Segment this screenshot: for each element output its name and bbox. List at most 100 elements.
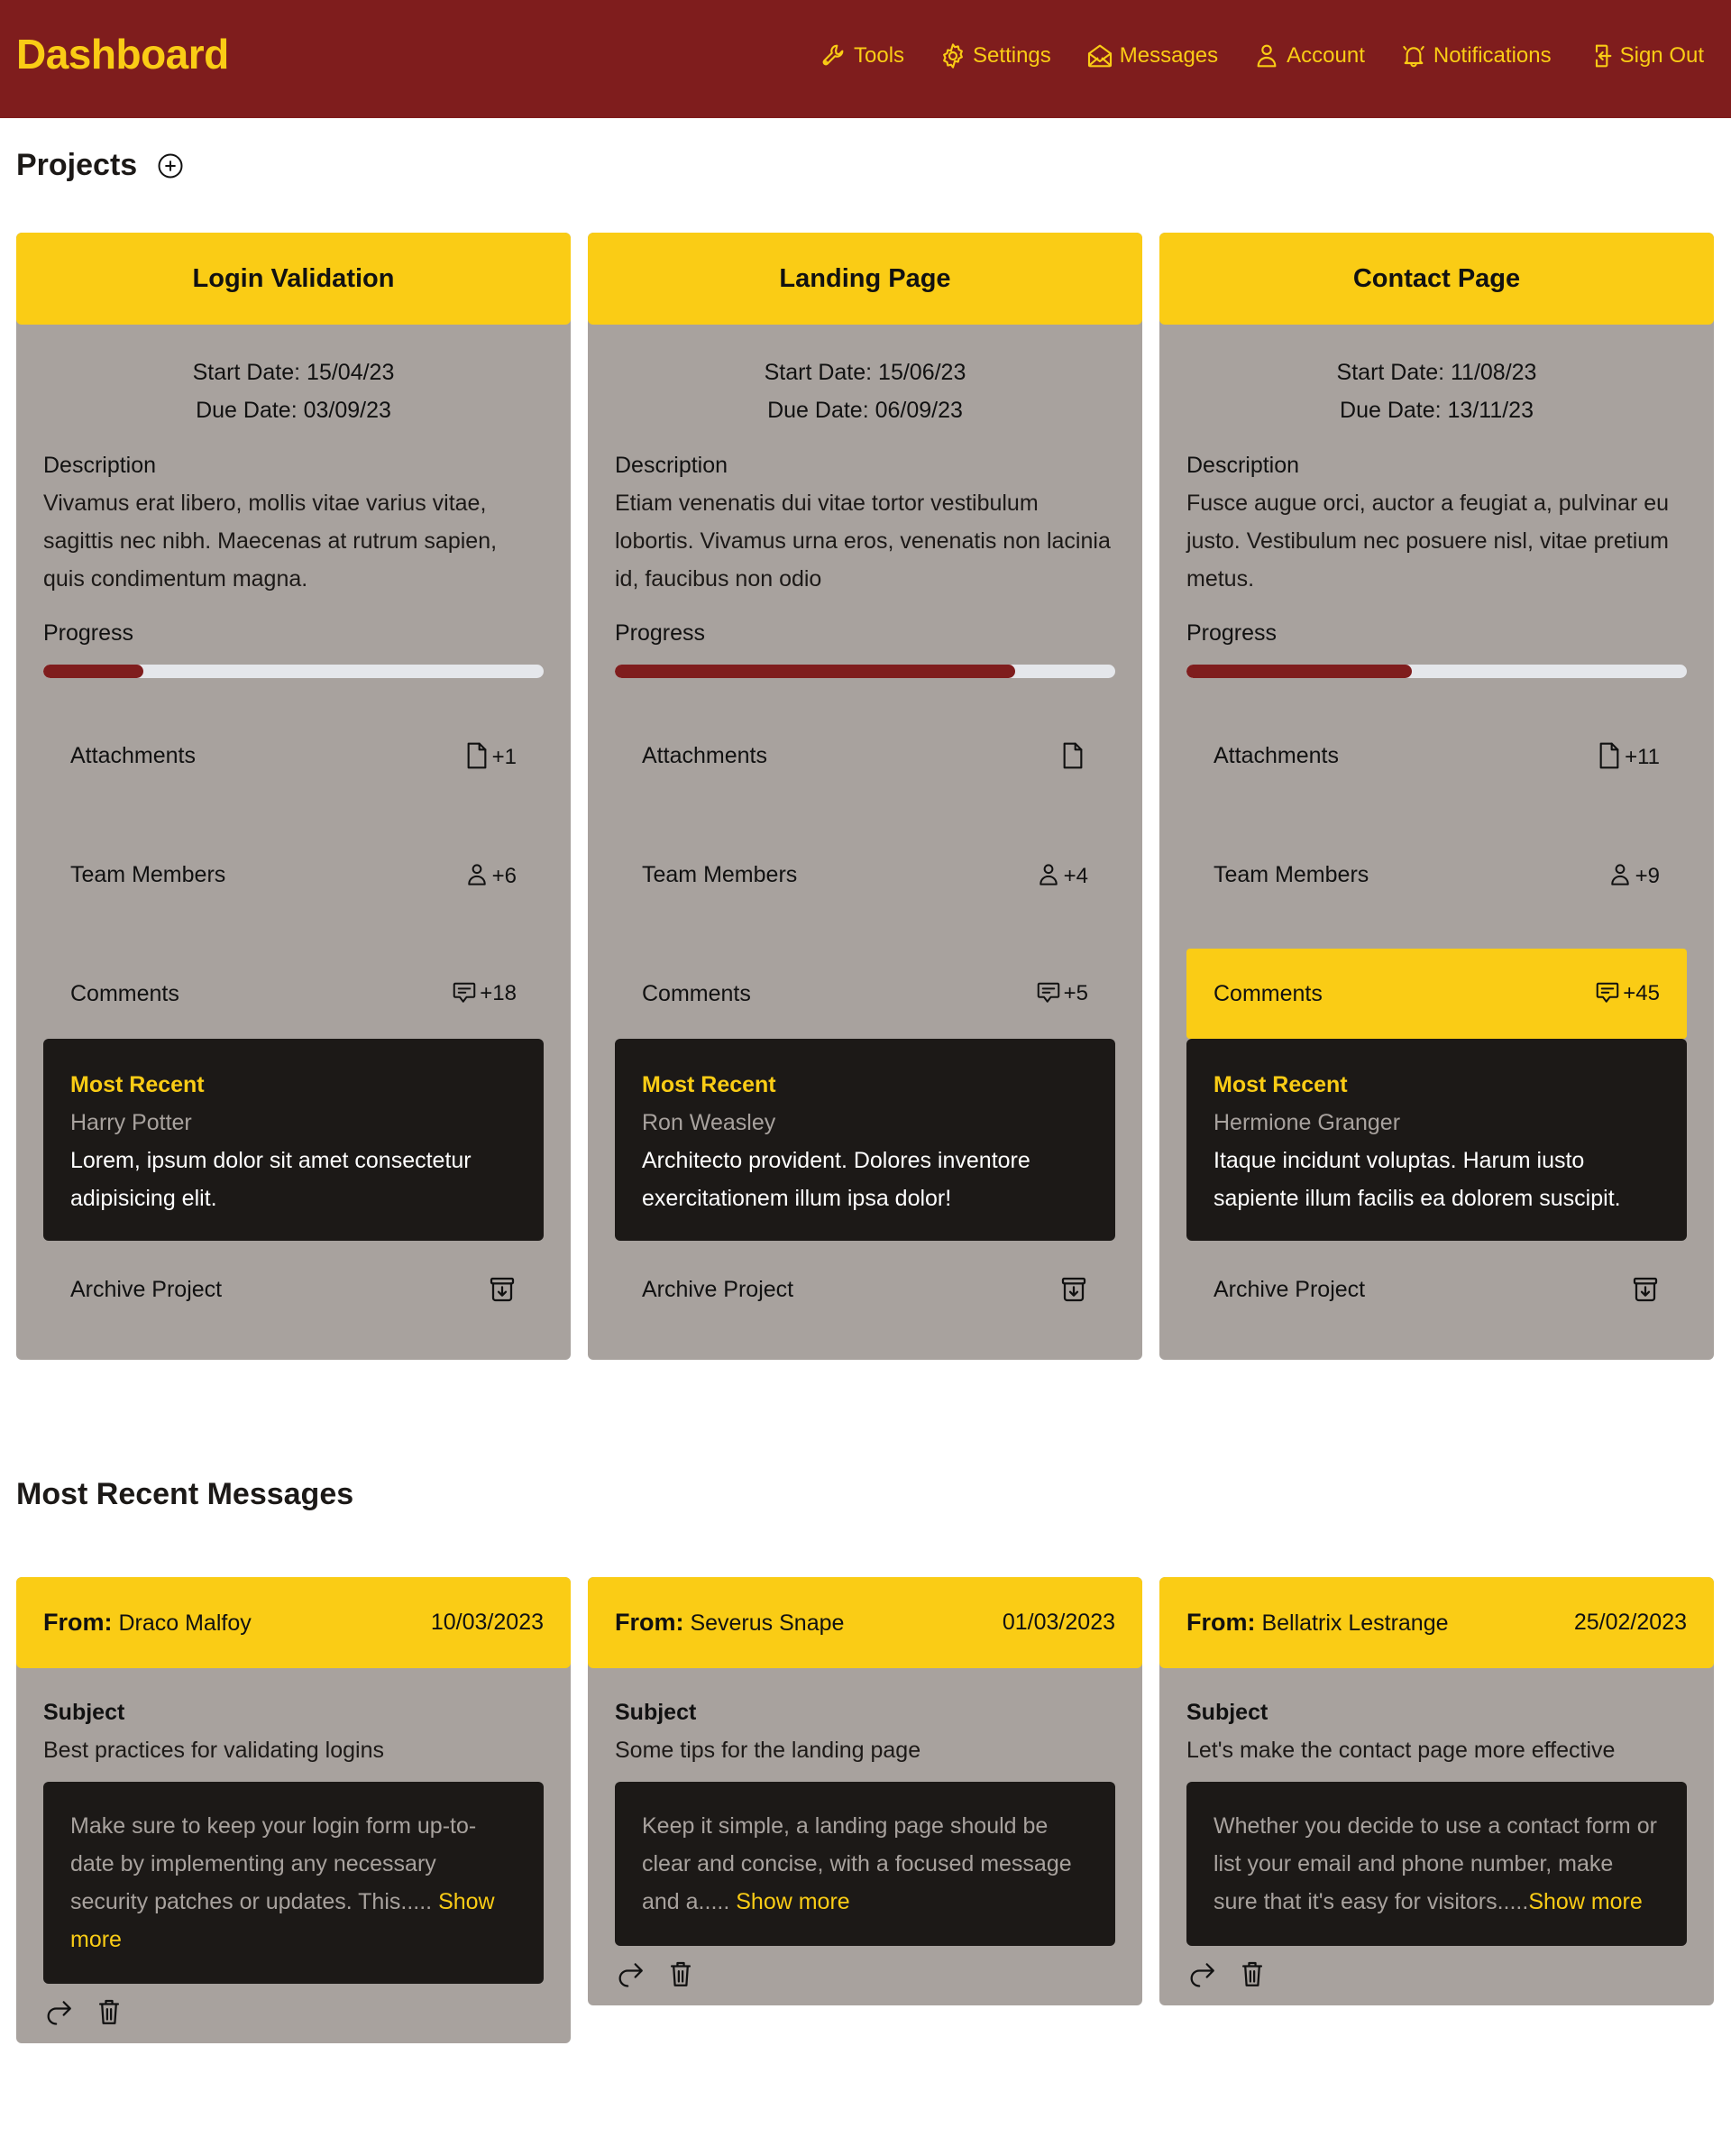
project-card: Login Validation Start Date: 15/04/23 Due … bbox=[16, 233, 571, 1360]
attachments-count: +1 bbox=[491, 745, 517, 769]
user-icon bbox=[1257, 44, 1277, 68]
nav-settings-label: Settings bbox=[973, 43, 1051, 68]
nav-notifications[interactable]: Notifications bbox=[1399, 41, 1552, 70]
team-members-row[interactable]: Team Members +6 bbox=[43, 815, 544, 934]
show-more-link[interactable]: Show more bbox=[736, 1889, 849, 1914]
description-label: Description bbox=[615, 453, 728, 478]
message-body: Subject Best practices for validating log… bbox=[16, 1668, 571, 2043]
sender-name: Draco Malfoy bbox=[118, 1610, 252, 1636]
comment-text: Architecto provident. Dolores inventore … bbox=[642, 1148, 1030, 1211]
description-label: Description bbox=[1186, 453, 1300, 478]
nav-tools[interactable]: Tools bbox=[820, 41, 904, 70]
progress-fill bbox=[615, 665, 1015, 678]
file-icon bbox=[1599, 742, 1619, 769]
message-date: 01/03/2023 bbox=[1002, 1610, 1115, 1635]
archive-project-button[interactable]: Archive Project bbox=[43, 1244, 544, 1335]
subject-label: Subject bbox=[1186, 1700, 1268, 1725]
attachments-row[interactable]: Attachments +1 bbox=[43, 696, 544, 815]
message-actions bbox=[1186, 1959, 1687, 1989]
delete-button[interactable] bbox=[665, 1959, 696, 1989]
nav-account[interactable]: Account bbox=[1252, 41, 1365, 70]
archive-icon bbox=[1633, 1277, 1658, 1302]
most-recent-comment: Most Recent Hermione Granger Itaque incidu… bbox=[1186, 1039, 1687, 1241]
message-card: From: Bellatrix Lestrange 25/02/2023 Subje… bbox=[1159, 1577, 1714, 2005]
message-actions bbox=[615, 1959, 1115, 1989]
team-members-label: Team Members bbox=[1214, 861, 1369, 887]
comments-row[interactable]: Comments +45 bbox=[1186, 949, 1687, 1039]
file-icon bbox=[1063, 742, 1083, 769]
gear-icon bbox=[943, 43, 963, 69]
message-preview-text: Make sure to keep your login form up-to-… bbox=[70, 1813, 477, 1914]
project-stats: Attachments Team Members +4 Comments +5 bbox=[588, 696, 1142, 1039]
attachments-count: +11 bbox=[1625, 745, 1660, 769]
message-subject: Some tips for the landing page bbox=[615, 1738, 921, 1763]
messages-heading: Most Recent Messages bbox=[16, 1477, 354, 1511]
projects-heading: Projects bbox=[16, 148, 184, 183]
comments-label: Comments bbox=[642, 980, 751, 1006]
project-stats: Attachments +1 Team Members +6 Comments +18 bbox=[16, 696, 571, 1039]
message-preview: Whether you decide to use a contact form… bbox=[1186, 1782, 1687, 1946]
top-navbar: Dashboard Tools Settings Messages Accoun… bbox=[0, 0, 1731, 118]
message-header[interactable]: From: Severus Snape 01/03/2023 bbox=[588, 1577, 1142, 1668]
archive-project-button[interactable]: Archive Project bbox=[615, 1244, 1115, 1335]
attachments-row[interactable]: Attachments +11 bbox=[1186, 696, 1687, 815]
message-cards: From: Draco Malfoy 10/03/2023 Subject Best … bbox=[16, 1577, 1714, 2043]
comments-row[interactable]: Comments +18 bbox=[43, 949, 544, 1039]
most-recent-comment: Most Recent Harry Potter Lorem, ipsum dolo… bbox=[43, 1039, 544, 1241]
due-date: Due Date: 13/11/23 bbox=[1340, 398, 1534, 423]
forward-button[interactable] bbox=[615, 1959, 646, 1989]
project-progress: Progress bbox=[588, 614, 1142, 678]
project-dates: Start Date: 15/06/23 Due Date: 06/09/23 bbox=[588, 353, 1142, 429]
add-project-button[interactable] bbox=[157, 152, 184, 179]
show-more-link[interactable]: Show more bbox=[1528, 1889, 1642, 1914]
from-label: From: bbox=[1186, 1609, 1256, 1636]
nav-sign-out[interactable]: Sign Out bbox=[1586, 41, 1704, 70]
progress-label: Progress bbox=[615, 620, 706, 646]
subject-label: Subject bbox=[43, 1700, 125, 1725]
project-dates: Start Date: 11/08/23 Due Date: 13/11/23 bbox=[1159, 353, 1714, 429]
message-preview-text: Keep it simple, a landing page should be… bbox=[642, 1813, 1072, 1914]
archive-project-button[interactable]: Archive Project bbox=[1186, 1244, 1687, 1335]
forward-button[interactable] bbox=[1186, 1959, 1217, 1989]
project-description: Description Etiam venenatis dui vitae tor… bbox=[588, 446, 1142, 598]
project-dates: Start Date: 15/04/23 Due Date: 03/09/23 bbox=[16, 353, 571, 429]
comment-icon bbox=[1597, 982, 1619, 1003]
team-members-row[interactable]: Team Members +4 bbox=[615, 815, 1115, 934]
comment-author: Harry Potter bbox=[70, 1110, 192, 1135]
delete-button[interactable] bbox=[1237, 1959, 1268, 1989]
sender-name: Severus Snape bbox=[690, 1610, 845, 1636]
message-date: 25/02/2023 bbox=[1573, 1610, 1687, 1635]
nav-messages[interactable]: Messages bbox=[1085, 41, 1218, 70]
message-subject: Best practices for validating logins bbox=[43, 1738, 384, 1763]
comment-author: Ron Weasley bbox=[642, 1110, 776, 1135]
project-title[interactable]: Landing Page bbox=[588, 233, 1142, 325]
message-header[interactable]: From: Bellatrix Lestrange 25/02/2023 bbox=[1159, 1577, 1714, 1668]
progress-fill bbox=[43, 665, 143, 678]
progress-fill bbox=[1186, 665, 1412, 678]
plus-circle-icon bbox=[158, 153, 183, 178]
delete-button[interactable] bbox=[94, 1996, 124, 2027]
project-card: Landing Page Start Date: 15/06/23 Due Date… bbox=[588, 233, 1142, 1360]
from-label: From: bbox=[43, 1609, 113, 1636]
attachments-label: Attachments bbox=[70, 742, 196, 768]
start-date: Start Date: 15/04/23 bbox=[192, 360, 395, 385]
app-title[interactable]: Dashboard bbox=[16, 25, 229, 83]
nav-account-label: Account bbox=[1287, 43, 1365, 68]
nav-notifications-label: Notifications bbox=[1433, 43, 1552, 68]
project-progress: Progress bbox=[16, 614, 571, 678]
project-title[interactable]: Contact Page bbox=[1159, 233, 1714, 325]
due-date: Due Date: 06/09/23 bbox=[767, 398, 963, 423]
attachments-label: Attachments bbox=[642, 742, 767, 768]
project-cards: Login Validation Start Date: 15/04/23 Due … bbox=[16, 233, 1714, 1360]
nav-settings[interactable]: Settings bbox=[939, 41, 1051, 70]
comment-text: Lorem, ipsum dolor sit amet consectetur … bbox=[70, 1148, 472, 1211]
project-title[interactable]: Login Validation bbox=[16, 233, 571, 325]
attachments-row[interactable]: Attachments bbox=[615, 696, 1115, 815]
sender-name: Bellatrix Lestrange bbox=[1261, 1610, 1449, 1636]
forward-button[interactable] bbox=[43, 1996, 74, 2027]
message-header[interactable]: From: Draco Malfoy 10/03/2023 bbox=[16, 1577, 571, 1668]
user-icon bbox=[467, 864, 486, 885]
comments-row[interactable]: Comments +5 bbox=[615, 949, 1115, 1039]
team-members-row[interactable]: Team Members +9 bbox=[1186, 815, 1687, 934]
project-description: Description Vivamus erat libero, mollis v… bbox=[16, 446, 571, 598]
